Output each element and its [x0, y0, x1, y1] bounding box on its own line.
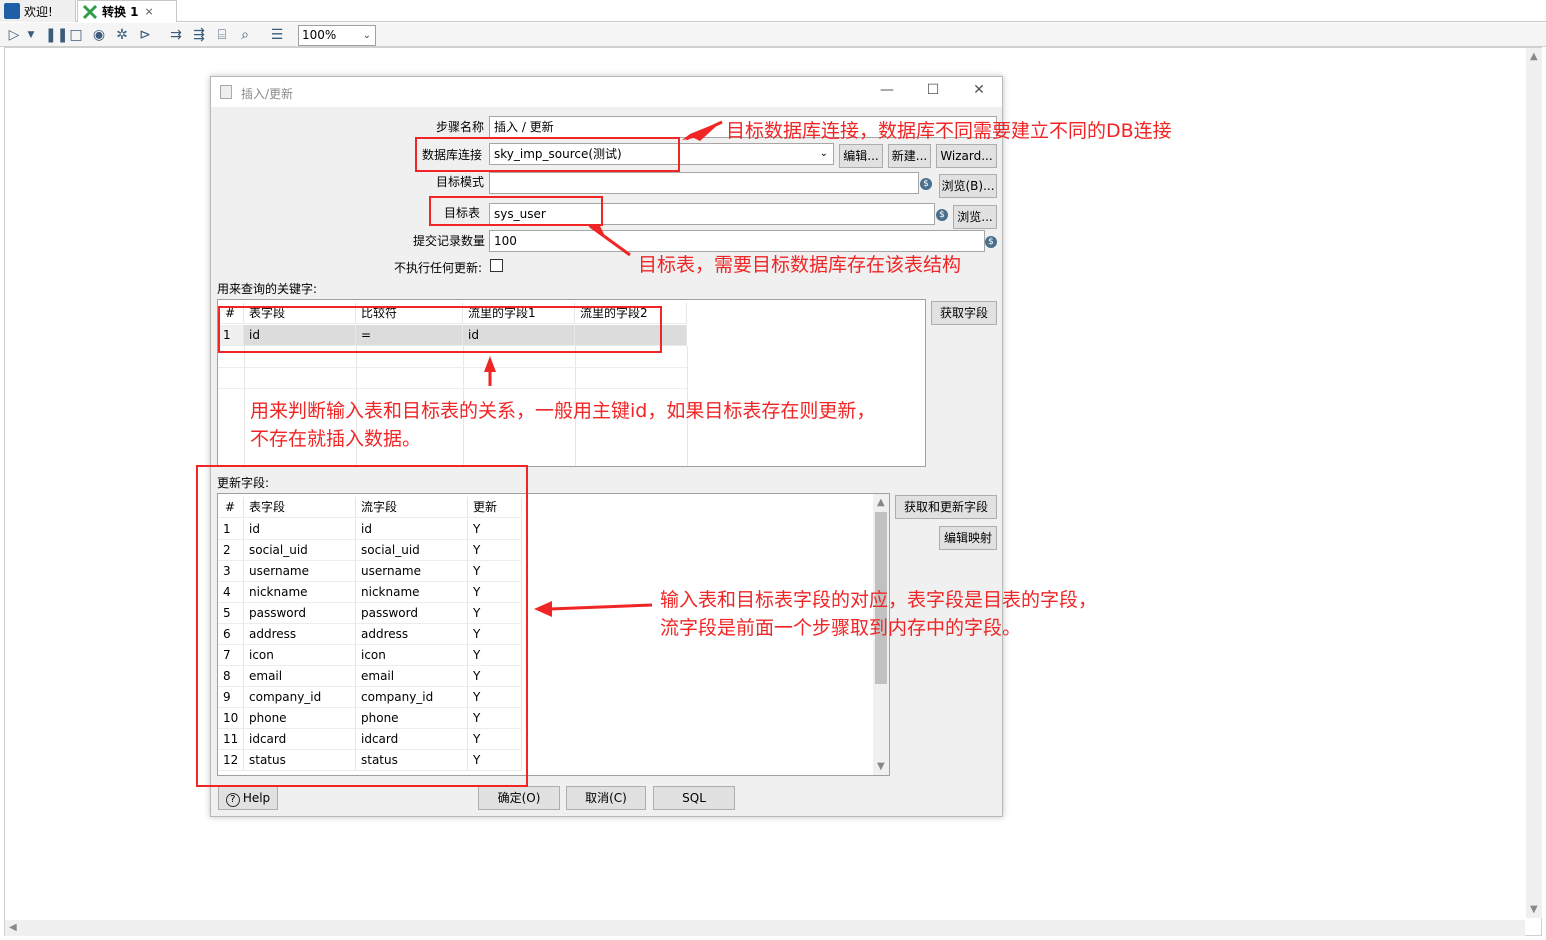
run-icon[interactable]: ▷ [5, 27, 23, 44]
commit-size-label: 提交记录数量 [412, 234, 485, 248]
grid-line [244, 346, 245, 466]
grid-line [218, 367, 687, 368]
explore-db-icon[interactable]: ⌕ [236, 27, 254, 44]
tab-transformation-label: 转换 1 [102, 5, 139, 19]
run-dropdown-icon[interactable]: ▼ [25, 27, 37, 44]
help-icon: ? [225, 793, 240, 807]
commit-size-input[interactable]: 100 [489, 230, 985, 252]
no-update-checkbox[interactable] [490, 259, 503, 272]
browse-schema-button[interactable]: 浏览(B)... [939, 174, 997, 198]
edit-mapping-button[interactable]: 编辑映射 [939, 526, 997, 550]
tab-welcome-label: 欢迎! [24, 4, 53, 19]
maximize-icon[interactable]: ☐ [918, 82, 948, 102]
fields-highlight-box [196, 465, 528, 787]
ok-button[interactable]: 确定(O) [478, 786, 560, 810]
verify-icon[interactable]: ⇉ [167, 27, 185, 44]
stop-icon[interactable]: □ [67, 27, 85, 44]
keys-note-line2: 不存在就插入数据。 [250, 428, 422, 450]
connection-note: 目标数据库连接，数据库不同需要建立不同的DB连接 [726, 120, 1172, 142]
wizard-button[interactable]: Wizard... [936, 144, 997, 168]
dialog-titlebar[interactable]: 插入/更新 — ☐ ✕ [211, 77, 1002, 107]
dialog-icon [220, 85, 232, 99]
tab-transformation[interactable]: 转换 1 ⨯ [77, 0, 177, 22]
chevron-down-icon: ⌄ [819, 148, 828, 159]
minimize-icon[interactable]: — [872, 82, 902, 102]
spoon-icon [4, 3, 20, 19]
cancel-button[interactable]: 取消(C) [566, 786, 646, 810]
chevron-down-icon: ⌄ [362, 30, 371, 41]
zoom-value: 100% [302, 28, 337, 42]
sql-button[interactable]: SQL [653, 786, 735, 810]
new-connection-button[interactable]: 新建... [888, 144, 931, 168]
schema-label: 目标模式 [435, 175, 484, 189]
scroll-up-icon[interactable]: ▲ [877, 497, 885, 508]
fields-note-line2: 流字段是前面一个步骤取到内存中的字段。 [660, 617, 1022, 639]
dialog-title: 插入/更新 [241, 87, 294, 101]
keys-section-label: 用来查询的关键字: [217, 282, 318, 296]
toolbar: ▷ ▼ ❚❚ □ ◉ ✲ ⊳ ⇉ ⇶ ⌸ ⌕ ☰ 100% ⌄ [0, 23, 1546, 47]
step-name-label: 步骤名称 [435, 120, 484, 134]
close-tab-icon[interactable]: ⨯ [145, 5, 154, 18]
table-note: 目标表，需要目标数据库存在该表结构 [638, 254, 962, 276]
tab-welcome[interactable]: 欢迎! [0, 0, 76, 22]
impact-icon[interactable]: ⇶ [190, 27, 208, 44]
keys-note-line1: 用来判断输入表和目标表的关系，一般用主键id，如果目标表存在则更新， [250, 400, 876, 422]
scroll-left-icon[interactable]: ◀ [9, 922, 17, 933]
get-fields-button[interactable]: 获取字段 [931, 301, 997, 325]
variable-icon: $ [936, 209, 948, 221]
schema-input[interactable] [489, 172, 919, 194]
debug-icon[interactable]: ✲ [113, 27, 131, 44]
keys-highlight-box [218, 306, 662, 353]
scroll-down-icon[interactable]: ▼ [1530, 904, 1538, 915]
help-button[interactable]: ? Help [218, 786, 278, 810]
replay-icon[interactable]: ⊳ [136, 27, 154, 44]
transformation-icon [82, 4, 98, 20]
no-update-label: 不执行任何更新: [393, 261, 482, 275]
table-highlight-box [429, 196, 603, 226]
sql-icon[interactable]: ⌸ [213, 27, 231, 44]
preview-icon[interactable]: ◉ [90, 27, 108, 44]
fields-note-line1: 输入表和目标表字段的对应，表字段是目表的字段， [660, 589, 1098, 611]
vertical-scrollbar[interactable]: ▲ ▼ [1526, 48, 1542, 918]
pause-icon[interactable]: ❚❚ [45, 27, 68, 44]
help-label: Help [242, 791, 271, 805]
grid-line [218, 388, 687, 389]
variable-icon: $ [920, 178, 932, 190]
close-icon[interactable]: ✕ [964, 82, 994, 102]
variable-icon: $ [985, 236, 997, 248]
horizontal-scrollbar[interactable]: ◀ [5, 920, 1525, 936]
browse-table-button[interactable]: 浏览... [953, 205, 997, 229]
scroll-down-icon[interactable]: ▼ [877, 761, 885, 772]
edit-connection-button[interactable]: 编辑... [839, 144, 883, 168]
get-update-fields-button[interactable]: 获取和更新字段 [895, 495, 997, 519]
show-results-icon[interactable]: ☰ [268, 27, 286, 44]
tab-bar: 欢迎! 转换 1 ⨯ [0, 0, 1546, 22]
zoom-select[interactable]: 100% ⌄ [298, 25, 376, 46]
scroll-up-icon[interactable]: ▲ [1530, 51, 1538, 62]
connection-highlight-box [415, 137, 680, 172]
